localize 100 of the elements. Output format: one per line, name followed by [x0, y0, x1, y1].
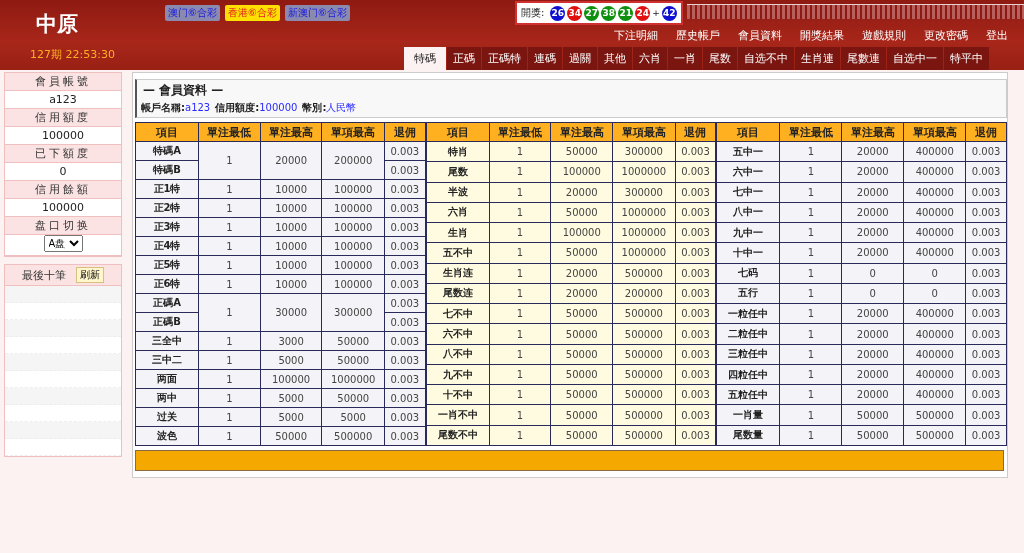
number-ball: 24: [635, 5, 651, 21]
column-header: 單項最高: [903, 122, 966, 142]
table-cell: 九不中: [426, 364, 490, 385]
nav-link[interactable]: 登出: [986, 28, 1008, 43]
column-header: 項目: [716, 122, 780, 142]
number-ball: 34: [567, 5, 583, 21]
table-cell: 五行: [716, 283, 780, 304]
game-tab[interactable]: 尾數連: [841, 47, 886, 70]
table-cell: 六中一: [716, 161, 780, 183]
table-cell: 十中一: [716, 242, 780, 264]
odds-select[interactable]: A盘: [43, 235, 83, 252]
game-tab[interactable]: 一肖: [668, 47, 702, 70]
field-label: 信用餘額: [5, 181, 121, 199]
currency-value: 人民幣: [326, 102, 357, 113]
table-cell: 1: [198, 293, 261, 332]
game-tab[interactable]: 尾数: [703, 47, 737, 70]
nav-link[interactable]: 開獎結果: [800, 28, 844, 43]
recent-title: 最後十筆: [22, 267, 66, 284]
field-value: 100000: [5, 199, 121, 217]
field-label: 信用額度: [5, 109, 121, 127]
game-tab[interactable]: 正碼特: [482, 47, 527, 70]
game-tab[interactable]: 正碼: [447, 47, 481, 70]
field-label: 盘口切换: [5, 217, 121, 235]
table-cell: 生肖连: [426, 263, 490, 284]
field-label: 已下額度: [5, 145, 121, 163]
field-label: 會員帳號: [5, 73, 121, 91]
column-header: 退佣: [965, 122, 1007, 142]
table-cell: 一肖量: [716, 404, 780, 426]
field-value: 100000: [5, 127, 121, 145]
table-cell: 五不中: [426, 242, 490, 264]
refresh-button[interactable]: 刷新: [76, 267, 104, 283]
table-cell: 生肖: [426, 222, 490, 243]
field-value: a123: [5, 91, 121, 109]
nav-link[interactable]: 遊戲規則: [862, 28, 906, 43]
nav-link[interactable]: 歷史帳戶: [676, 28, 720, 43]
account-value: a123: [185, 102, 211, 113]
game-tab[interactable]: 其他: [598, 47, 632, 70]
game-tab[interactable]: 特平中: [944, 47, 989, 70]
field-value: 0: [5, 163, 121, 181]
table-cell: 特肖: [426, 141, 490, 162]
table-cell: 20000: [260, 141, 322, 180]
column-header: 單注最低: [198, 122, 261, 142]
game-tab[interactable]: 自选中一: [887, 47, 943, 70]
game-tab[interactable]: 過關: [563, 47, 597, 70]
table-cell: 四粒任中: [716, 364, 780, 385]
number-ball: 21: [618, 5, 634, 21]
column-header: 單注最低: [779, 122, 842, 142]
account-label: 帳戶名稱:: [141, 102, 185, 113]
table-cell: 五中一: [716, 141, 780, 162]
table-cell: 八中一: [716, 202, 780, 223]
column-header: 單項最高: [321, 122, 385, 142]
table-cell: 六肖: [426, 202, 490, 223]
table-cell: 二粒任中: [716, 323, 780, 345]
table-cell: 200000: [321, 141, 385, 180]
period-time: 127期 22:53:30: [30, 47, 115, 62]
nav-link[interactable]: 更改密碼: [924, 28, 968, 43]
table-cell: 1: [198, 141, 261, 180]
table-cell: 六不中: [426, 323, 490, 345]
table-cell: 九中一: [716, 222, 780, 243]
column-header: 退佣: [675, 122, 716, 142]
table-cell: 一粒任中: [716, 303, 780, 324]
number-ball: 42: [661, 5, 677, 21]
table-cell: 一肖不中: [426, 404, 490, 426]
table-cell: 七不中: [426, 303, 490, 324]
game-tab[interactable]: 自选不中: [738, 47, 794, 70]
game-tab[interactable]: 六肖: [633, 47, 667, 70]
table-cell: 七中一: [716, 182, 780, 203]
table-cell: 尾数: [426, 161, 490, 183]
table-cell: 30000: [260, 293, 322, 332]
lottery-tab[interactable]: 香港⑥合彩: [224, 5, 280, 21]
table-cell: 尾数不中: [426, 425, 490, 446]
number-ball: 26: [550, 5, 566, 21]
table-cell: 十不中: [426, 384, 490, 405]
draw-label: 開獎:: [520, 6, 545, 20]
column-header: 單注最高: [841, 122, 904, 142]
table-cell: 七码: [716, 263, 780, 284]
number-ball: 38: [601, 5, 617, 21]
table-cell: 尾数量: [716, 425, 780, 446]
currency-label: 幣別:: [302, 102, 327, 113]
game-tab[interactable]: 連碼: [528, 47, 562, 70]
nav-link[interactable]: 會員資料: [738, 28, 782, 43]
table-cell: 尾数连: [426, 283, 490, 304]
table-cell: 半波: [426, 182, 490, 203]
table-cell: 八不中: [426, 344, 490, 365]
nav-link[interactable]: 下注明細: [614, 28, 658, 43]
panel-title: — 會員資料 —: [143, 82, 225, 99]
table-cell: 五粒任中: [716, 384, 780, 405]
game-tab[interactable]: 特碼: [404, 47, 446, 70]
column-header: 單注最高: [550, 122, 613, 142]
column-header: 退佣: [384, 122, 426, 142]
column-header: 項目: [135, 122, 199, 142]
table-cell: 300000: [321, 293, 385, 332]
column-header: 單注最低: [489, 122, 551, 142]
credit-value: 100000: [259, 102, 298, 113]
column-header: 項目: [426, 122, 490, 142]
column-header: 單注最高: [260, 122, 322, 142]
number-ball: 27: [584, 5, 600, 21]
credit-label: 信用額度:: [215, 102, 260, 113]
game-tab[interactable]: 生肖連: [795, 47, 840, 70]
column-header: 單項最高: [612, 122, 676, 142]
